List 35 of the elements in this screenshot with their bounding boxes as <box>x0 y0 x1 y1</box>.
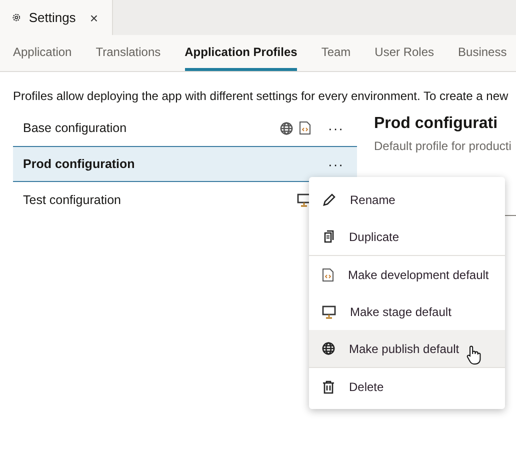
menu-item[interactable]: Make stage default <box>309 293 505 330</box>
profile-row[interactable]: Prod configuration ··· <box>13 146 357 182</box>
menu-item[interactable]: Duplicate <box>309 218 505 255</box>
more-button[interactable]: ··· <box>325 120 347 136</box>
profile-row[interactable]: Base configuration ··· <box>13 110 357 146</box>
settings-icon <box>12 11 21 24</box>
close-button[interactable]: × <box>90 10 98 26</box>
globe-icon <box>280 122 293 134</box>
nav-tab[interactable]: Application Profiles <box>184 35 298 71</box>
profile-name: Test configuration <box>23 193 122 207</box>
globe-icon <box>322 342 335 355</box>
tab-title: Settings <box>28 10 76 25</box>
hand-cursor-icon <box>466 345 482 365</box>
duplicate-icon <box>322 230 335 244</box>
nav-tab[interactable]: Business <box>458 35 507 71</box>
nav-tab[interactable]: Application <box>13 35 72 71</box>
more-button[interactable]: ··· <box>325 156 347 172</box>
document-icon <box>322 268 334 282</box>
menu-item[interactable]: Delete <box>309 368 505 405</box>
settings-tab[interactable]: Settings × <box>0 0 113 35</box>
nav-tab[interactable]: Team <box>321 35 351 71</box>
menu-item[interactable]: Make publish default <box>309 330 505 367</box>
description-text: Profiles allow deploying the app with different settings for every environment. To create a new <box>12 88 510 105</box>
document-icon <box>299 121 311 135</box>
nav-tab[interactable]: User Roles <box>374 35 434 71</box>
profile-name: Prod configuration <box>23 157 136 171</box>
profile-name: Base configuration <box>23 121 128 135</box>
menu-item[interactable]: Rename <box>309 181 505 218</box>
pencil-icon <box>322 192 336 206</box>
profile-subtitle: Default profile for producti <box>374 139 512 153</box>
trash-icon <box>322 380 335 394</box>
nav-tab[interactable]: Translations <box>96 35 161 71</box>
monitor-icon <box>322 304 336 318</box>
profile-title: Prod configurati <box>374 114 499 134</box>
menu-item[interactable]: Make development default <box>309 256 505 293</box>
